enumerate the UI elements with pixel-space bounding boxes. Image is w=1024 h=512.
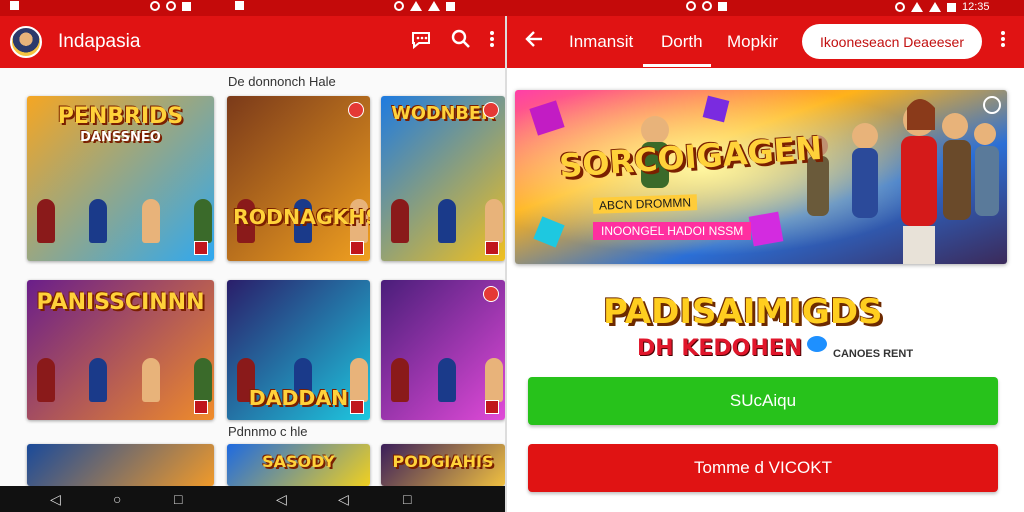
battery-icon	[182, 1, 191, 11]
sync-icon	[394, 1, 404, 11]
primary-button[interactable]: SUcAiqu	[528, 377, 998, 425]
battery-icon	[947, 2, 956, 12]
left-content: De donnonch Hale Pdnnmo c hle PENBRIDS DA…	[0, 68, 505, 486]
tab-inmansit[interactable]: Inmansit	[569, 32, 633, 52]
home-icon[interactable]: ○	[113, 491, 121, 507]
sync-icon	[895, 2, 905, 12]
favorite-icon[interactable]	[483, 286, 499, 302]
character-figure	[438, 199, 456, 243]
tile-title: RODNAGKHS	[233, 205, 370, 229]
left-app-bar: Indapasia	[0, 16, 505, 68]
wifi-icon	[911, 2, 923, 12]
game-tile[interactable]: PANISSCINNN	[27, 280, 214, 420]
avatar[interactable]	[10, 26, 42, 58]
tile-title: PANISSCINNN	[36, 290, 205, 315]
tile-badge-icon	[194, 241, 208, 255]
logo-ball-icon	[805, 334, 829, 354]
status-mid-left	[235, 1, 244, 10]
tile-badge-icon	[194, 400, 208, 414]
status-bar: 12:35	[0, 0, 1024, 16]
game-tile[interactable]: PODGIAHIS	[381, 444, 505, 486]
character-figure	[89, 358, 108, 402]
tile-badge-icon	[485, 241, 499, 255]
notification-icon	[10, 1, 19, 10]
game-tile[interactable]: DADDAN	[227, 280, 370, 420]
game-logo-title: PADISAIMIGDS	[603, 292, 883, 332]
status-left-right-icons	[150, 1, 191, 11]
game-tile[interactable]: PENBRIDS DANSSNEO	[27, 96, 214, 261]
tile-badge-icon	[350, 400, 364, 414]
tile-title: PENBRIDS	[57, 104, 184, 129]
pill-button[interactable]: Ikooneseacn Deaeeser	[802, 24, 982, 59]
favorite-icon[interactable]	[483, 102, 499, 118]
more-vert-icon[interactable]	[488, 28, 496, 56]
active-tab-indicator	[643, 64, 711, 67]
character-figure	[391, 199, 409, 243]
status-mid-right	[394, 1, 455, 11]
character-figure	[194, 358, 212, 402]
chat-icon[interactable]	[410, 28, 432, 56]
tile-title: DADDAN	[248, 386, 349, 410]
promo-banner[interactable]: SORCOIGAGEN ABCN DROMMN INOONGEL HADOI N…	[515, 90, 1007, 264]
status-right: 12:35	[895, 1, 990, 13]
favorite-icon[interactable]	[348, 102, 364, 118]
character-figure	[89, 199, 108, 243]
game-logo-subtitle: DH KEDOHEN	[637, 336, 803, 361]
tile-title: PODGIAHIS	[392, 452, 494, 471]
game-tile[interactable]: SASODY	[227, 444, 370, 486]
tile-badge-icon	[350, 241, 364, 255]
wifi-icon	[410, 1, 422, 11]
location-icon	[702, 1, 712, 11]
close-icon[interactable]	[983, 96, 1001, 114]
game-logo-tag: CANOES RENT	[833, 348, 914, 360]
character-figure	[141, 358, 160, 402]
character-figure	[485, 358, 503, 402]
character-figure	[37, 199, 55, 243]
character-figure	[194, 199, 212, 243]
character-figure	[485, 199, 503, 243]
tile-badge-icon	[485, 400, 499, 414]
game-tile[interactable]	[27, 444, 214, 486]
back-icon[interactable]: ◁	[276, 491, 287, 508]
banner-strip: INOONGEL HADOI NSSM	[593, 222, 752, 240]
location-icon	[166, 1, 176, 11]
recents-icon[interactable]: □	[174, 491, 182, 507]
notification-icon	[235, 1, 244, 10]
back-icon[interactable]: ◁	[50, 491, 61, 508]
status-left-icons	[10, 1, 19, 10]
sync-icon	[150, 1, 160, 11]
character-figure	[391, 358, 409, 402]
right-content: SORCOIGAGEN ABCN DROMMN INOONGEL HADOI N…	[507, 68, 1024, 512]
back-icon[interactable]: ◁	[338, 491, 349, 508]
section-title: Pdnnmo c hle	[228, 424, 308, 439]
tile-title: SASODY	[262, 452, 335, 471]
more-vert-icon[interactable]	[999, 28, 1007, 56]
game-tile[interactable]: RODNAGKHS	[227, 96, 370, 261]
status-time: 12:35	[962, 1, 990, 13]
back-arrow-icon[interactable]	[523, 28, 545, 56]
right-app-bar: Inmansit Dorth Mopkir Ikooneseacn Deaees…	[507, 16, 1024, 68]
tab-dorth[interactable]: Dorth	[661, 32, 703, 52]
signal-icon	[428, 1, 440, 11]
battery-icon	[718, 1, 727, 11]
tile-subtitle: DANSSNEO	[80, 130, 161, 145]
left-navigation-bar: ◁ ○ □ ◁ ◁ □	[0, 486, 505, 512]
screen: 12:35 Indapasia De donnonch Hale Pdnnmo …	[0, 0, 1024, 512]
game-tile[interactable]	[381, 280, 505, 420]
recents-icon[interactable]: □	[403, 491, 411, 507]
tile-title: WODNBER	[391, 104, 495, 124]
game-tile[interactable]: WODNBER	[381, 96, 505, 261]
section-title: De donnonch Hale	[228, 74, 336, 89]
character-figure	[141, 199, 160, 243]
search-icon[interactable]	[450, 28, 472, 56]
secondary-button[interactable]: Tomme d VICOKT	[528, 444, 998, 492]
character-figure	[438, 358, 456, 402]
status-right-center	[686, 1, 727, 11]
battery-icon	[446, 1, 455, 11]
sync-icon	[686, 1, 696, 11]
app-title: Indapasia	[58, 31, 141, 52]
signal-icon	[929, 2, 941, 12]
tab-mopkir[interactable]: Mopkir	[727, 32, 778, 52]
character-figure	[37, 358, 55, 402]
